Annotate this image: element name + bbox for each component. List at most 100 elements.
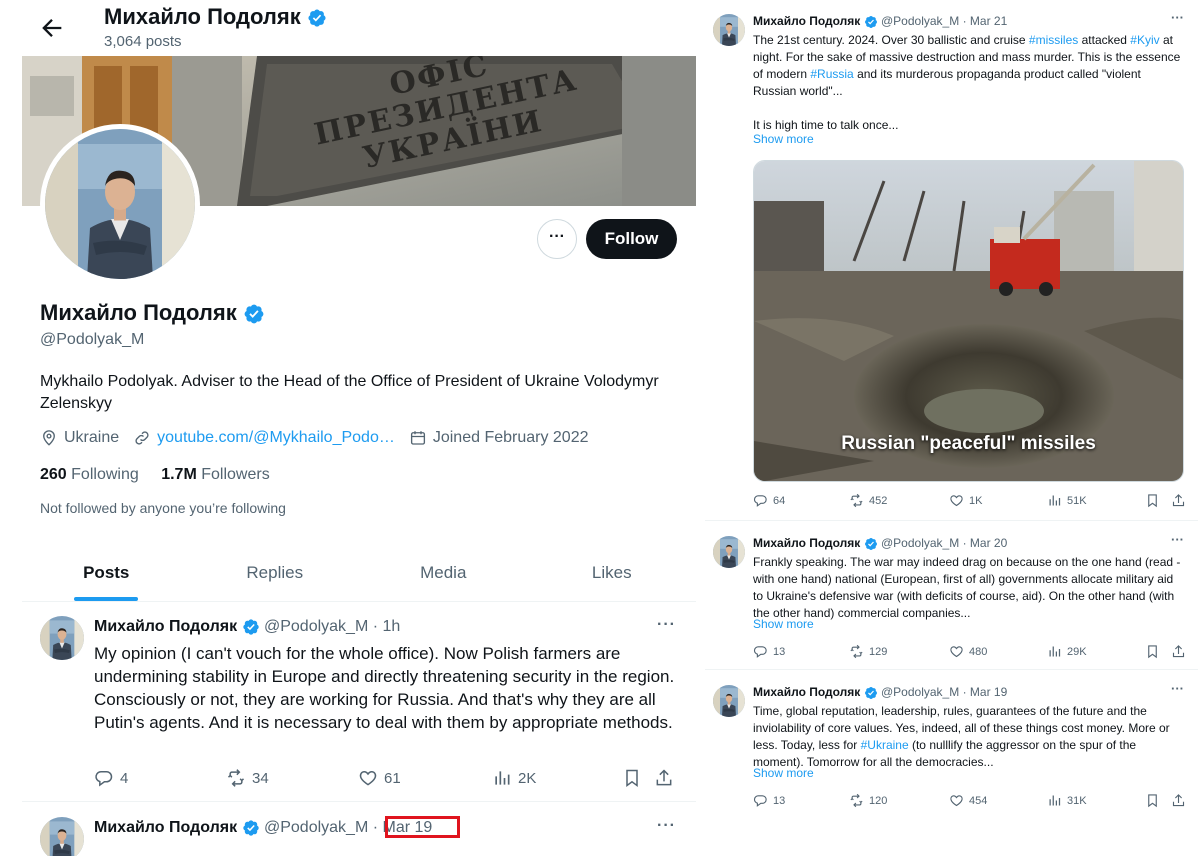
show-more-link[interactable]: Show more <box>753 617 814 631</box>
profile-avatar[interactable] <box>40 124 200 284</box>
repost-count: 129 <box>869 645 888 658</box>
reply-button[interactable]: 13 <box>753 793 785 808</box>
tweet[interactable]: Михайло Подоляк @Podolyak_M · Mar 19 ··· <box>22 803 696 856</box>
verified-badge-icon <box>307 8 327 28</box>
bookmark-button[interactable] <box>1145 493 1165 508</box>
share-button[interactable] <box>1171 644 1191 659</box>
follow-button[interactable]: Follow <box>586 219 677 259</box>
tweet-more-icon[interactable]: ··· <box>657 817 676 835</box>
tweet-more-icon[interactable]: ··· <box>1171 681 1184 696</box>
tweet-text: Time, global reputation, leadership, rul… <box>753 703 1183 771</box>
tweet-avatar[interactable] <box>40 616 84 660</box>
tweet-avatar[interactable] <box>713 14 745 46</box>
tweet-separator: · <box>962 685 967 699</box>
tweet-author-handle[interactable]: @Podolyak_M <box>881 536 959 550</box>
tweet[interactable]: Михайло Подоляк @Podolyak_M · Mar 20 ···… <box>705 522 1198 670</box>
tweet-timestamp[interactable]: 1h <box>383 618 401 635</box>
tweet-author-name[interactable]: Михайло Подоляк <box>94 618 237 635</box>
following-link[interactable]: 260 Following <box>40 466 139 483</box>
like-button[interactable]: 454 <box>949 793 987 808</box>
profile-bio: Mykhailo Podolyak. Adviser to the Head o… <box>40 373 659 412</box>
share-button[interactable] <box>1171 793 1191 808</box>
tweet-avatar[interactable] <box>713 536 745 568</box>
bookmark-button[interactable] <box>1145 793 1165 808</box>
views-button[interactable]: 51K <box>1047 493 1087 508</box>
show-more-link[interactable]: Show more <box>753 766 814 780</box>
repost-count: 34 <box>252 769 269 787</box>
link-text[interactable]: youtube.com/@Mykhailo_Podo… <box>157 429 395 447</box>
like-button[interactable]: 61 <box>358 768 401 788</box>
reply-button[interactable]: 4 <box>94 768 128 788</box>
tweet-timestamp[interactable]: Mar 19 <box>970 685 1007 699</box>
hashtag-link[interactable]: #Ukraine <box>861 738 909 752</box>
hashtag-link[interactable]: #missiles <box>1029 33 1078 47</box>
tab-likes[interactable]: Likes <box>528 548 697 601</box>
tab-media[interactable]: Media <box>359 548 528 601</box>
like-button[interactable]: 1K <box>949 493 982 508</box>
bookmark-button[interactable] <box>1145 644 1165 659</box>
views-button[interactable]: 29K <box>1047 644 1087 659</box>
share-button[interactable] <box>1171 493 1191 508</box>
tweet-author-name[interactable]: Михайло Подоляк <box>753 685 860 699</box>
tweet-author-name[interactable]: Михайло Подоляк <box>753 14 860 28</box>
tweet-text: Frankly speaking. The war may indeed dra… <box>753 555 1181 620</box>
hashtag-link[interactable]: #Russia <box>810 67 853 81</box>
tweet-separator: · <box>372 618 379 636</box>
tweet-separator: · <box>372 819 379 837</box>
tweet-more-icon[interactable]: ··· <box>657 616 676 634</box>
back-arrow-icon[interactable] <box>38 14 66 42</box>
views-button[interactable]: 2K <box>492 768 536 788</box>
reply-button[interactable]: 13 <box>753 644 785 659</box>
tweet-author-name[interactable]: Михайло Подоляк <box>94 819 237 836</box>
repost-button[interactable]: 34 <box>226 768 269 788</box>
tweet-author-handle[interactable]: @Podolyak_M <box>264 618 368 635</box>
tweet-timestamp[interactable]: Mar 20 <box>970 536 1007 550</box>
repost-button[interactable]: 129 <box>849 644 887 659</box>
header-profile-name: Михайло Подоляк <box>104 4 327 30</box>
tweet-author-handle[interactable]: @Podolyak_M <box>881 14 959 28</box>
view-count: 29K <box>1067 645 1087 658</box>
more-options-button[interactable]: ··· <box>537 219 577 259</box>
tweet-text-segment: The 21st century. 2024. Over 30 ballisti… <box>753 33 1029 47</box>
avatar-image <box>713 536 745 568</box>
profile-handle: @Podolyak_M <box>40 331 145 348</box>
tweet[interactable]: Михайло Подоляк @Podolyak_M · 1h ··· My … <box>22 602 696 802</box>
tab-posts[interactable]: Posts <box>22 548 191 601</box>
tweet-separator: · <box>962 536 967 550</box>
share-button[interactable] <box>654 768 680 788</box>
share-icon <box>1171 493 1186 508</box>
tweet[interactable]: Михайло Подоляк @Podolyak_M · Mar 21 ···… <box>705 0 1198 521</box>
tweet-timestamp[interactable]: Mar 21 <box>970 14 1007 28</box>
verified-badge-icon <box>864 15 878 29</box>
tweet-avatar[interactable] <box>40 817 84 856</box>
followers-link[interactable]: 1.7M Followers <box>161 466 270 483</box>
highlight-box <box>385 816 460 838</box>
like-count: 454 <box>969 794 988 807</box>
tab-replies[interactable]: Replies <box>191 548 360 601</box>
tweet-avatar[interactable] <box>713 685 745 717</box>
reply-icon <box>753 644 768 659</box>
tweet-header: Михайло Подоляк @Podolyak_M · 1h <box>94 618 400 636</box>
repost-button[interactable]: 452 <box>849 493 887 508</box>
like-count: 61 <box>384 769 401 787</box>
not-followed-note: Not followed by anyone you’re following <box>40 500 286 516</box>
repost-button[interactable]: 120 <box>849 793 887 808</box>
tweet-separator: · <box>962 14 967 28</box>
views-button[interactable]: 31K <box>1047 793 1087 808</box>
profile-link[interactable]: youtube.com/@Mykhailo_Podo… <box>133 429 395 447</box>
tweet-media[interactable]: Russian "peaceful" missiles <box>753 160 1184 482</box>
view-count: 51K <box>1067 494 1087 507</box>
tweet[interactable]: Михайло Подоляк @Podolyak_M · Mar 19 ···… <box>705 671 1198 821</box>
avatar-image <box>40 817 84 856</box>
tweet-author-handle[interactable]: @Podolyak_M <box>881 685 959 699</box>
tweet-more-icon[interactable]: ··· <box>1171 532 1184 547</box>
tweet-more-icon[interactable]: ··· <box>1171 10 1184 25</box>
like-button[interactable]: 480 <box>949 644 987 659</box>
tweet-author-name[interactable]: Михайло Подоляк <box>753 536 860 550</box>
bookmark-button[interactable] <box>622 768 648 788</box>
show-more-link[interactable]: Show more <box>753 132 814 146</box>
reply-button[interactable]: 64 <box>753 493 785 508</box>
tweet-author-handle[interactable]: @Podolyak_M <box>264 819 368 836</box>
repost-icon <box>849 793 864 808</box>
hashtag-link[interactable]: #Kyiv <box>1130 33 1159 47</box>
